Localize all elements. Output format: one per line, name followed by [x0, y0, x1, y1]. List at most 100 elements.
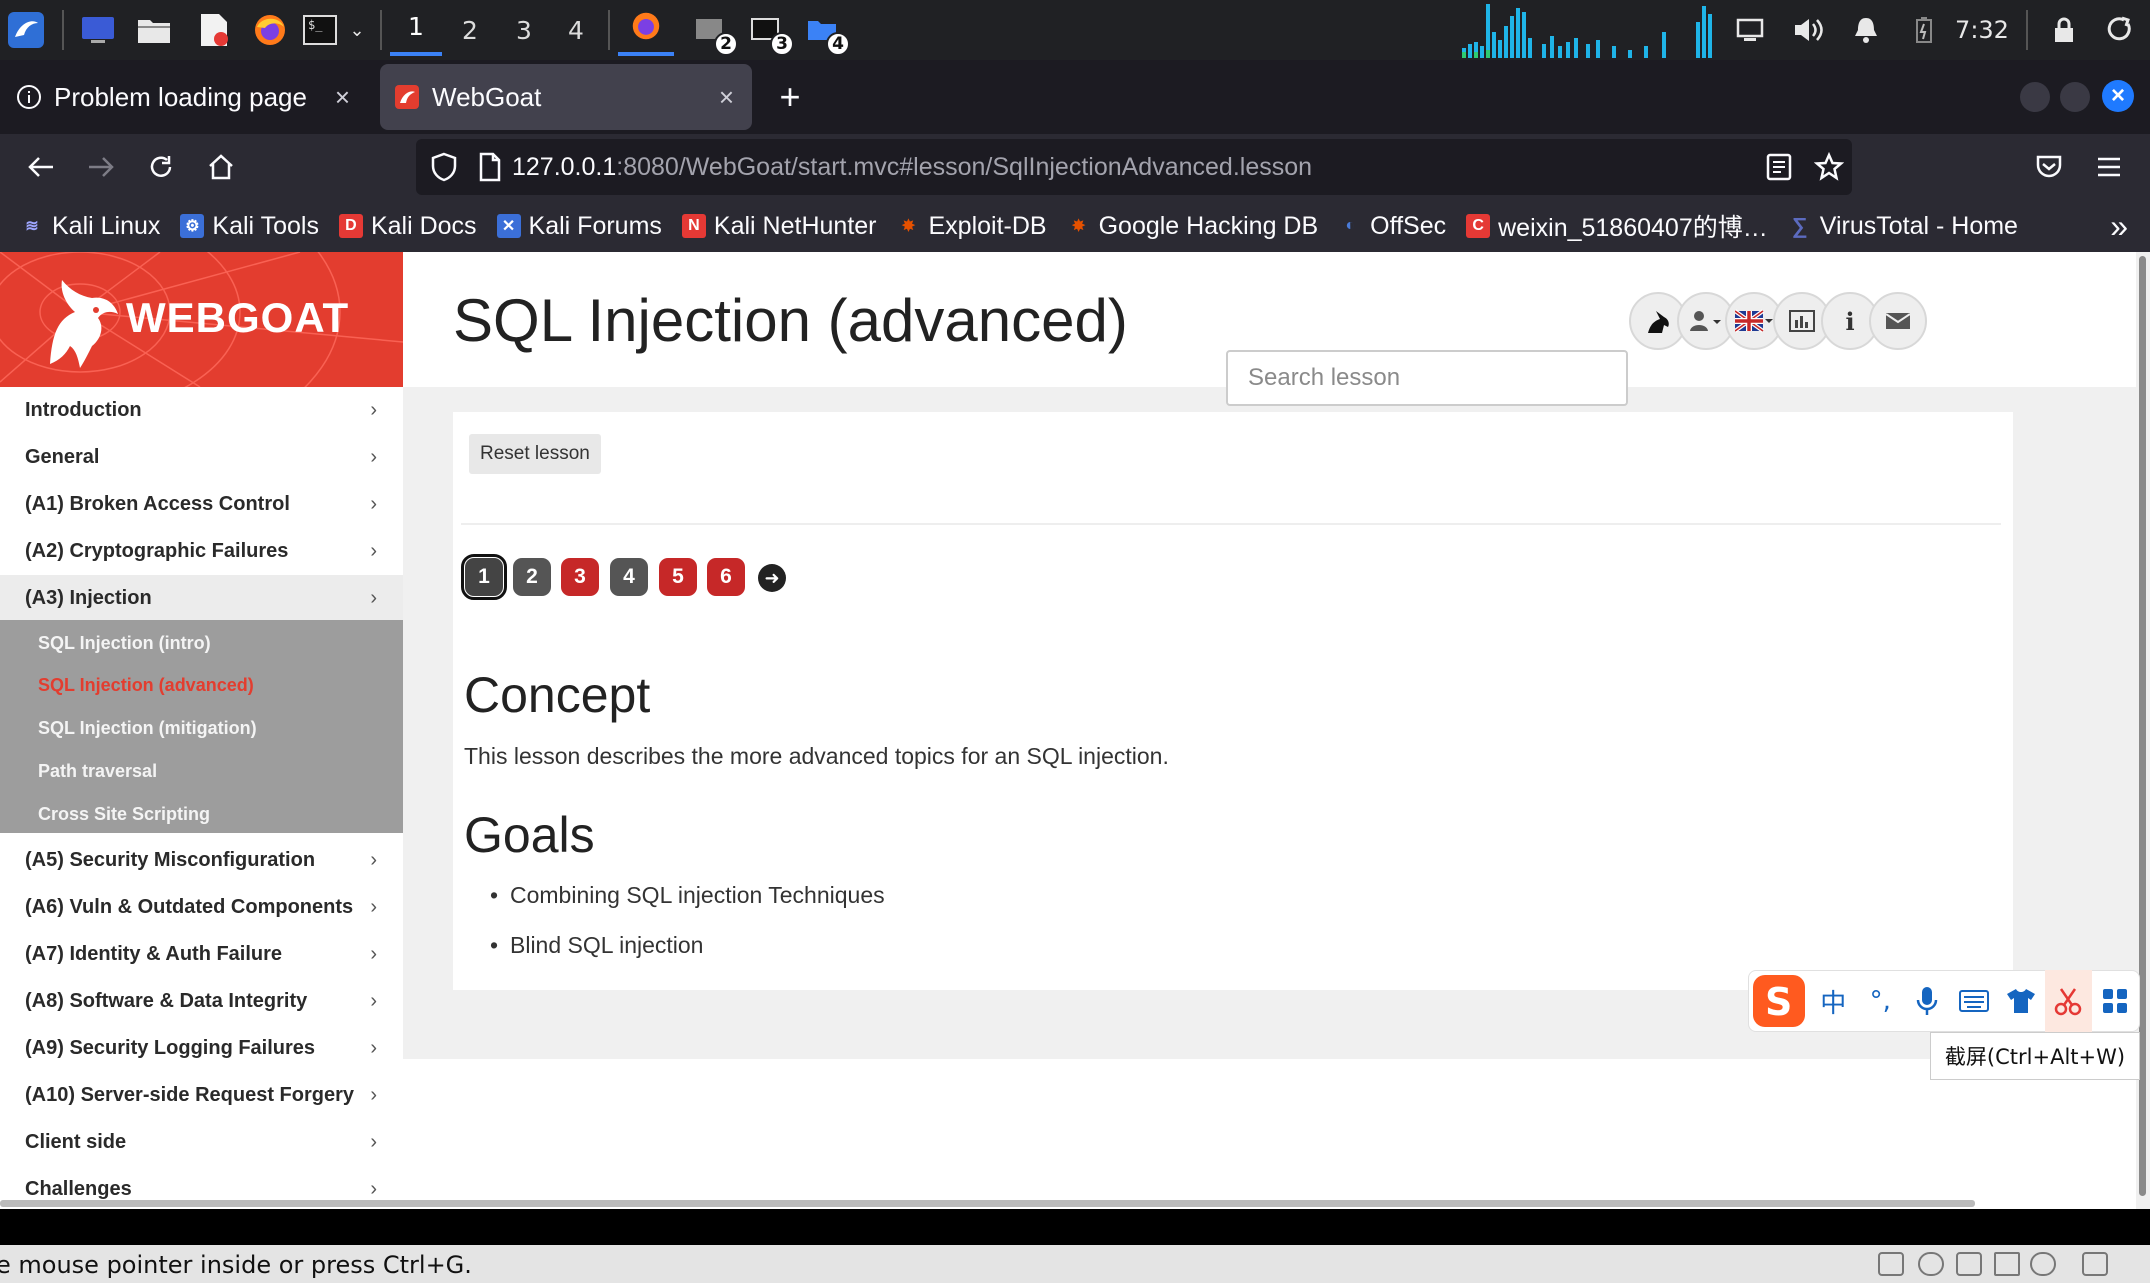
- chevron-down-icon[interactable]: ⌄: [344, 0, 370, 60]
- menu-category-introduction[interactable]: Introduction ›: [0, 387, 403, 434]
- horizontal-scrollbar[interactable]: [0, 1200, 1975, 1207]
- maximize-button[interactable]: [2060, 82, 2090, 112]
- punctuation-toggle[interactable]: °,: [1857, 970, 1904, 1032]
- desktop-icon[interactable]: [78, 0, 118, 60]
- lesson-page-5[interactable]: 5: [659, 558, 697, 596]
- tab-label: WebGoat: [432, 81, 542, 112]
- bookmark-exploit-db[interactable]: ✸ Exploit-DB: [897, 212, 1047, 241]
- submenu-sql-injection-intro[interactable]: SQL Injection (intro): [38, 633, 211, 654]
- bookmark-kali-linux[interactable]: ≋ Kali Linux: [20, 212, 160, 241]
- menu-category-a10[interactable]: (A10) Server-side Request Forgery ›: [0, 1072, 403, 1119]
- menu-category-general[interactable]: General ›: [0, 434, 403, 481]
- pocket-button[interactable]: [2024, 134, 2074, 200]
- tab-webgoat[interactable]: WebGoat ×: [380, 64, 752, 130]
- text-editor-icon[interactable]: [194, 0, 234, 60]
- app-menu-button[interactable]: [2084, 134, 2134, 200]
- menu-category-a5[interactable]: (A5) Security Misconfiguration ›: [0, 837, 403, 884]
- tab-close-icon[interactable]: ×: [719, 82, 734, 113]
- submenu-sql-injection-advanced[interactable]: SQL Injection (advanced): [38, 675, 254, 696]
- lesson-menu: Introduction › General › (A1) Broken Acces…: [0, 387, 403, 1209]
- taskbar-terminal-window[interactable]: 3: [744, 0, 794, 60]
- menu-category-a8[interactable]: (A8) Software & Data Integrity ›: [0, 978, 403, 1025]
- files-icon[interactable]: [134, 0, 174, 60]
- bookmark-kali-forums[interactable]: ✕ Kali Forums: [496, 212, 662, 241]
- power-icon[interactable]: [2100, 0, 2140, 60]
- bookmark-csdn-blog[interactable]: Cweixin_51860407的博…: [1466, 208, 1768, 244]
- keyboard-icon[interactable]: [1951, 970, 1998, 1032]
- tab-problem-loading[interactable]: Problem loading page ×: [8, 64, 368, 130]
- bookmark-kali-tools[interactable]: ⚙ Kali Tools: [180, 212, 319, 241]
- hard-disk-icon[interactable]: [1878, 1252, 1904, 1276]
- workspace-1[interactable]: 1: [390, 0, 442, 56]
- concept-heading: Concept: [464, 667, 651, 723]
- submenu-sql-injection-mitigation[interactable]: SQL Injection (mitigation): [38, 718, 257, 739]
- menu-category-a2[interactable]: (A2) Cryptographic Failures ›: [0, 528, 403, 575]
- toolbox-grid-icon[interactable]: [2092, 970, 2139, 1032]
- taskbar-folder-window[interactable]: 4: [800, 0, 850, 60]
- next-page-arrow-icon[interactable]: ➜: [758, 564, 786, 592]
- taskbar-files-window[interactable]: 2: [688, 0, 738, 60]
- bookmarks-overflow-button[interactable]: »: [2110, 200, 2128, 252]
- bookmark-kali-docs[interactable]: D Kali Docs: [338, 212, 477, 241]
- reload-button[interactable]: [136, 134, 186, 200]
- new-tab-button[interactable]: +: [770, 60, 810, 134]
- screenshot-scissors-icon[interactable]: [2044, 970, 2092, 1032]
- chinese-mode-toggle[interactable]: 中: [1810, 970, 1857, 1032]
- notification-bell-icon[interactable]: [1846, 0, 1886, 60]
- sogou-logo-icon[interactable]: S: [1749, 970, 1810, 1032]
- back-button[interactable]: [16, 134, 66, 200]
- window-count-badge: 2: [714, 32, 738, 56]
- search-lesson-input[interactable]: [1226, 350, 1628, 406]
- volume-icon[interactable]: [1788, 0, 1828, 60]
- workspace-3[interactable]: 3: [498, 0, 550, 60]
- lesson-page-6[interactable]: 6: [707, 558, 745, 596]
- submenu-cross-site-scripting[interactable]: Cross Site Scripting: [38, 804, 210, 825]
- lesson-page-4[interactable]: 4: [610, 558, 648, 596]
- page-icon[interactable]: [478, 152, 502, 182]
- lesson-page-1[interactable]: 1: [461, 554, 507, 600]
- bookmark-offsec[interactable]: ◐ OffSec: [1338, 212, 1446, 241]
- url-bar[interactable]: 127.0.0.1:8080/WebGoat/start.mvc#lesson/…: [416, 139, 1852, 195]
- bookmark-star-icon[interactable]: [1814, 152, 1844, 182]
- submenu-path-traversal[interactable]: Path traversal: [38, 761, 157, 782]
- home-button[interactable]: [196, 134, 246, 200]
- webgoat-logo[interactable]: WEBGOAT: [0, 252, 403, 387]
- taskbar-firefox-window[interactable]: [618, 0, 674, 56]
- contact-button[interactable]: [1869, 292, 1927, 350]
- kali-menu-icon[interactable]: [4, 0, 48, 60]
- microphone-icon[interactable]: [1904, 970, 1951, 1032]
- bookmark-virustotal[interactable]: ∑ VirusTotal - Home: [1788, 212, 2018, 241]
- lesson-page-3[interactable]: 3: [561, 558, 599, 596]
- lesson-page-2[interactable]: 2: [513, 558, 551, 596]
- bookmark-google-hacking-db[interactable]: ✸ Google Hacking DB: [1067, 212, 1318, 241]
- workspace-4[interactable]: 4: [550, 0, 602, 60]
- menu-category-client-side[interactable]: Client side ›: [0, 1119, 403, 1166]
- tab-close-icon[interactable]: ×: [335, 82, 350, 113]
- reader-view-icon[interactable]: [1766, 153, 1792, 181]
- firefox-icon[interactable]: [248, 0, 292, 60]
- skin-shirt-icon[interactable]: [1998, 970, 2045, 1032]
- network-icon[interactable]: [1956, 1252, 1982, 1276]
- message-icon[interactable]: [2082, 1252, 2108, 1276]
- menu-category-a9[interactable]: (A9) Security Logging Failures ›: [0, 1025, 403, 1072]
- bookmark-kali-nethunter[interactable]: N Kali NetHunter: [681, 212, 877, 241]
- window-close-button[interactable]: ×: [2102, 80, 2134, 112]
- reset-lesson-button[interactable]: Reset lesson: [469, 434, 601, 474]
- minimize-button[interactable]: [2020, 82, 2050, 112]
- system-panel: $_ ⌄ 1 2 3 4 2 3 4 7:32: [0, 0, 2150, 60]
- display-settings-icon[interactable]: [1730, 0, 1770, 60]
- optical-drive-icon[interactable]: [1918, 1252, 1944, 1276]
- usb-icon[interactable]: [2030, 1252, 2056, 1276]
- workspace-2[interactable]: 2: [444, 0, 496, 60]
- menu-category-a7[interactable]: (A7) Identity & Auth Failure ›: [0, 931, 403, 978]
- clock[interactable]: 7:32: [1952, 0, 2012, 60]
- menu-category-a1[interactable]: (A1) Broken Access Control ›: [0, 481, 403, 528]
- sound-icon[interactable]: [1994, 1252, 2020, 1276]
- lock-icon[interactable]: [2046, 0, 2082, 60]
- menu-category-a6[interactable]: (A6) Vuln & Outdated Components ›: [0, 884, 403, 931]
- terminal-icon[interactable]: $_: [300, 0, 340, 60]
- shield-icon[interactable]: [430, 152, 458, 182]
- scrollbar-thumb[interactable]: [2139, 256, 2146, 1196]
- menu-category-a3[interactable]: (A3) Injection ›: [0, 575, 403, 622]
- forward-button[interactable]: [76, 134, 126, 200]
